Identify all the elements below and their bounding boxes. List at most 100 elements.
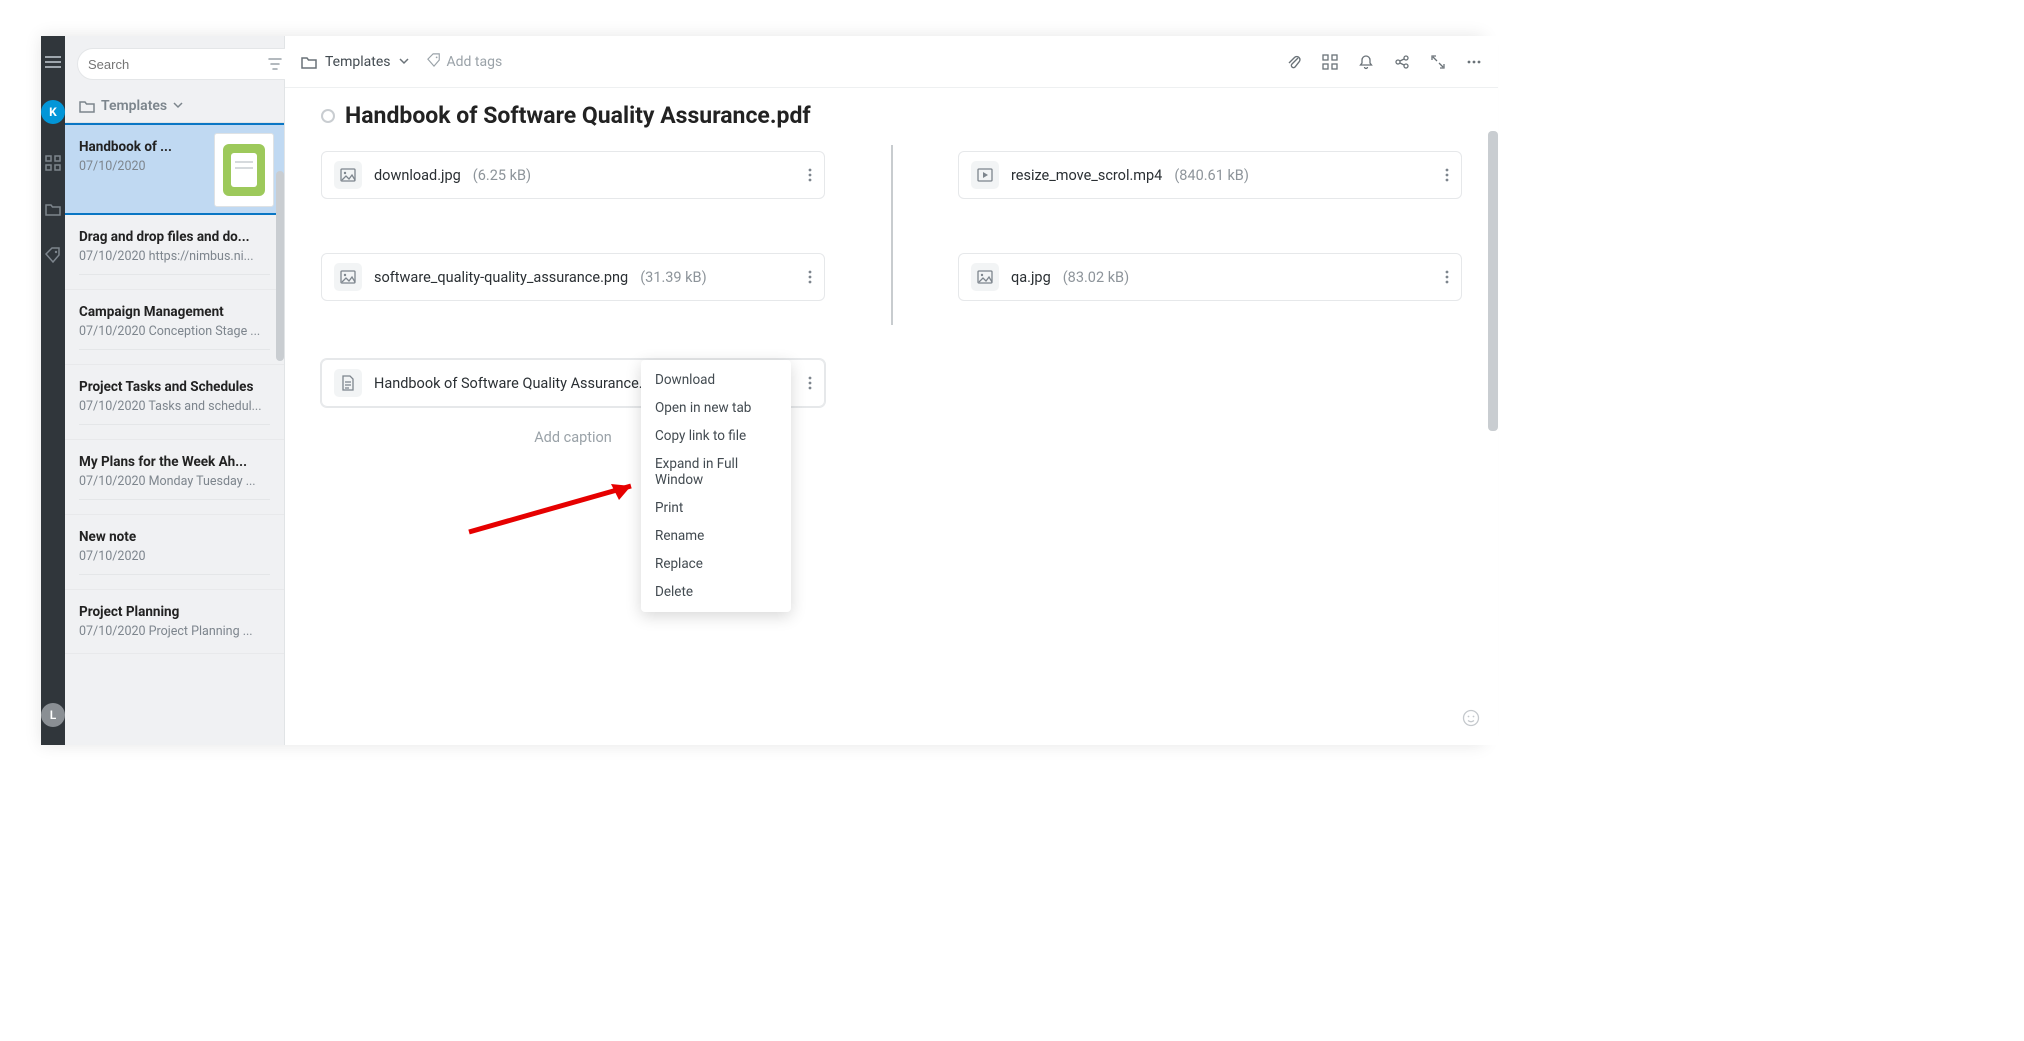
menu-item-open-new-tab[interactable]: Open in new tab: [641, 394, 791, 422]
emoji-icon[interactable]: [1462, 709, 1480, 731]
note-title: Drag and drop files and do...: [79, 229, 270, 245]
image-icon: [334, 263, 362, 291]
sidebar: Templates Handbook of ... 07/10/2020 Dra…: [65, 36, 285, 745]
file-card[interactable]: software_quality-quality_assurance.png (…: [321, 253, 825, 301]
scrollbar[interactable]: [276, 171, 284, 361]
apps-icon[interactable]: [1322, 54, 1338, 70]
caret-down-icon: [399, 58, 409, 66]
note-item[interactable]: Campaign Management 07/10/2020 Conceptio…: [65, 290, 284, 365]
bell-icon[interactable]: [1358, 54, 1374, 70]
note-title: My Plans for the Week Ah...: [79, 454, 270, 470]
note-thumb: [214, 133, 274, 207]
menu-item-delete[interactable]: Delete: [641, 578, 791, 606]
note-title: New note: [79, 529, 270, 545]
expand-icon[interactable]: [1430, 54, 1446, 70]
apps-icon[interactable]: [44, 154, 62, 172]
search-box[interactable]: [77, 48, 311, 80]
note-item[interactable]: My Plans for the Week Ah... 07/10/2020 M…: [65, 440, 284, 515]
sidebar-breadcrumb[interactable]: Templates: [65, 90, 284, 123]
avatar[interactable]: K: [41, 100, 65, 124]
context-menu: Download Open in new tab Copy link to fi…: [641, 360, 791, 612]
tutorial-arrow-icon: [463, 474, 653, 538]
file-size: (83.02 kB): [1063, 269, 1129, 286]
note-meta: 07/10/2020 Tasks and schedul...: [79, 399, 270, 414]
note-item[interactable]: Handbook of ... 07/10/2020: [65, 123, 284, 215]
file-name: software_quality-quality_assurance.png: [374, 269, 628, 286]
avatar-secondary[interactable]: L: [41, 703, 65, 727]
page-title-row: Handbook of Software Quality Assurance.p…: [321, 102, 1462, 129]
file-columns: download.jpg (6.25 kB) softwa: [321, 151, 1462, 446]
file-card[interactable]: resize_move_scrol.mp4 (840.61 kB): [958, 151, 1462, 199]
file-more-icon[interactable]: [1445, 270, 1449, 284]
file-column-right: resize_move_scrol.mp4 (840.61 kB): [958, 151, 1462, 446]
menu-icon[interactable]: [45, 56, 61, 68]
page-title: Handbook of Software Quality Assurance.p…: [345, 102, 811, 129]
menu-item-copy-link[interactable]: Copy link to file: [641, 422, 791, 450]
note-item[interactable]: New note 07/10/2020: [65, 515, 284, 590]
file-more-icon[interactable]: [808, 168, 812, 182]
note-title: Handbook of ...: [79, 139, 208, 155]
menu-item-download[interactable]: Download: [641, 366, 791, 394]
attachment-icon[interactable]: [1286, 54, 1302, 70]
app-root: K L: [41, 36, 1484, 745]
filter-icon[interactable]: [268, 57, 282, 71]
page-body: Handbook of Software Quality Assurance.p…: [285, 88, 1498, 745]
search-input[interactable]: [88, 57, 264, 72]
file-card[interactable]: qa.jpg (83.02 kB): [958, 253, 1462, 301]
sidebar-topbar: [65, 36, 284, 90]
note-list: Handbook of ... 07/10/2020 Drag and drop…: [65, 123, 284, 745]
menu-item-replace[interactable]: Replace: [641, 550, 791, 578]
file-name: resize_move_scrol.mp4: [1011, 167, 1162, 184]
more-icon[interactable]: [1466, 54, 1482, 70]
file-more-icon[interactable]: [1445, 168, 1449, 182]
note-item[interactable]: Drag and drop files and do... 07/10/2020…: [65, 215, 284, 290]
file-name: Handbook of Software Quality Assurance.p: [374, 375, 651, 392]
note-title: Campaign Management: [79, 304, 270, 320]
breadcrumb-label: Templates: [325, 54, 391, 70]
breadcrumb-label: Templates: [101, 98, 167, 114]
scrollbar[interactable]: [1488, 131, 1498, 431]
note-meta: 07/10/2020 Conception Stage ...: [79, 324, 270, 339]
note-meta: 07/10/2020 Project Planning ...: [79, 624, 270, 639]
share-icon[interactable]: [1394, 54, 1410, 70]
file-size: (840.61 kB): [1174, 167, 1249, 184]
content-breadcrumb[interactable]: Templates: [301, 54, 409, 70]
note-meta: 07/10/2020: [79, 549, 270, 564]
folder-icon[interactable]: [44, 200, 62, 218]
rail-icons: [44, 154, 62, 264]
file-size: (31.39 kB): [640, 269, 706, 286]
menu-item-rename[interactable]: Rename: [641, 522, 791, 550]
document-icon: [334, 369, 362, 397]
note-title: Project Planning: [79, 604, 270, 620]
toolbar-right: [1286, 54, 1482, 70]
note-meta: 07/10/2020 Monday Tuesday ...: [79, 474, 270, 489]
note-item[interactable]: Project Tasks and Schedules 07/10/2020 T…: [65, 365, 284, 440]
menu-item-print[interactable]: Print: [641, 494, 791, 522]
note-title: Project Tasks and Schedules: [79, 379, 270, 395]
note-item[interactable]: Project Planning 07/10/2020 Project Plan…: [65, 590, 284, 654]
column-divider: [891, 151, 892, 446]
tag-icon: [427, 53, 441, 71]
file-more-icon[interactable]: [808, 376, 812, 390]
file-size: (6.25 kB): [473, 167, 531, 184]
add-tags[interactable]: Add tags: [427, 53, 503, 71]
content: Templates Add tags: [285, 36, 1498, 745]
note-meta: 07/10/2020: [79, 159, 208, 174]
file-more-icon[interactable]: [808, 270, 812, 284]
menu-item-expand-full[interactable]: Expand in Full Window: [641, 450, 791, 494]
caret-down-icon: [173, 102, 183, 110]
add-tags-label: Add tags: [447, 54, 503, 70]
left-rail: K L: [41, 36, 65, 745]
image-icon: [334, 161, 362, 189]
tag-icon[interactable]: [44, 246, 62, 264]
file-card[interactable]: download.jpg (6.25 kB): [321, 151, 825, 199]
content-toolbar: Templates Add tags: [285, 36, 1498, 88]
note-meta: 07/10/2020 https://nimbus.ni...: [79, 249, 270, 264]
file-name: qa.jpg: [1011, 269, 1051, 286]
folder-icon: [301, 55, 317, 69]
image-icon: [971, 263, 999, 291]
title-checkbox[interactable]: [321, 109, 335, 123]
folder-icon: [79, 99, 95, 113]
video-icon: [971, 161, 999, 189]
file-name: download.jpg: [374, 167, 461, 184]
